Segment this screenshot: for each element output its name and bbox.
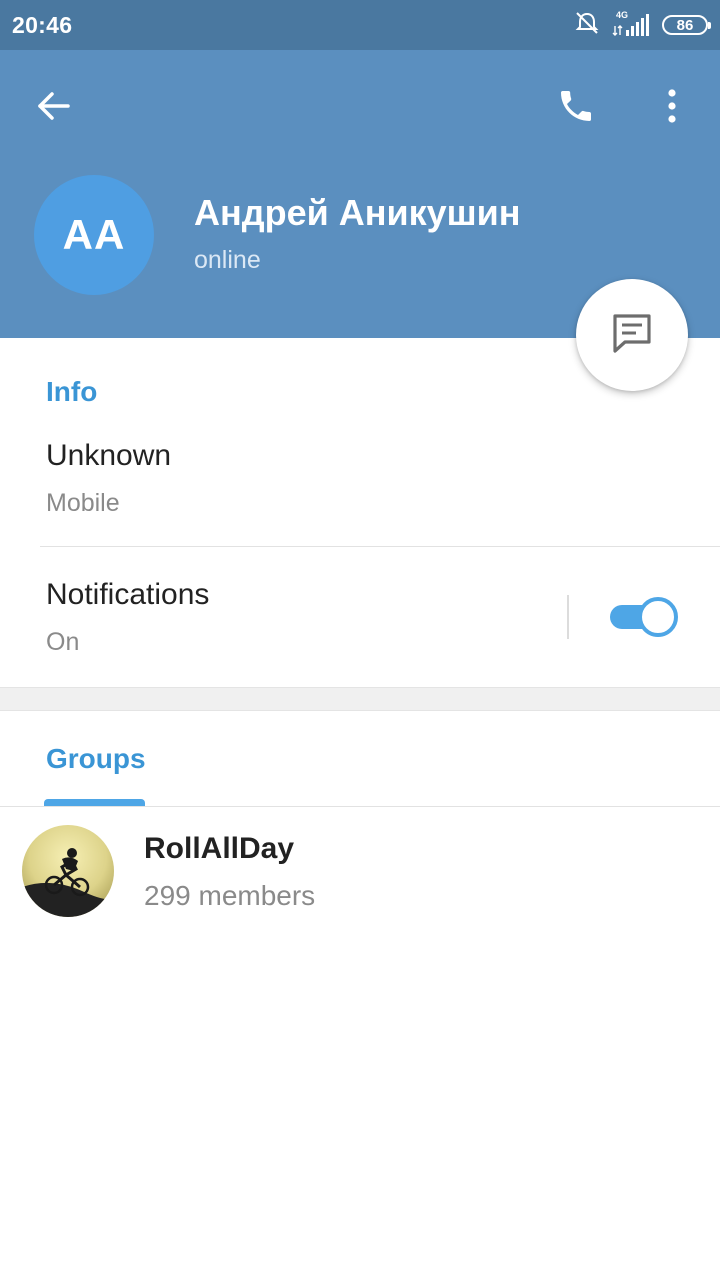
phone-row[interactable]: Unknown Mobile xyxy=(0,425,720,545)
group-name: RollAllDay xyxy=(144,832,295,865)
divider xyxy=(40,546,720,547)
section-separator xyxy=(0,687,720,711)
phone-icon xyxy=(556,86,596,131)
profile-name: Андрей Аникушин xyxy=(194,192,521,233)
send-message-button[interactable] xyxy=(576,279,688,391)
notifications-toggle[interactable] xyxy=(610,597,678,637)
group-members: 299 members xyxy=(144,880,316,911)
battery-icon: 86 xyxy=(662,15,711,35)
notifications-value: On xyxy=(46,628,80,656)
list-item[interactable]: RollAllDay 299 members xyxy=(0,812,720,930)
groups-tab[interactable]: Groups xyxy=(46,743,146,775)
notifications-row[interactable]: Notifications On xyxy=(0,560,560,680)
phone-label: Mobile xyxy=(46,489,120,517)
back-button[interactable] xyxy=(26,80,82,136)
signal-icon: 4G xyxy=(612,10,650,38)
profile-avatar[interactable]: AA xyxy=(34,175,154,295)
status-bar: 20:46 4G 86 xyxy=(0,0,720,50)
tabs-divider xyxy=(0,806,720,807)
back-arrow-icon xyxy=(36,88,72,129)
info-section-title: Info xyxy=(46,376,98,407)
phone-value: Unknown xyxy=(46,439,172,472)
more-vert-icon xyxy=(666,88,678,129)
toggle-thumb xyxy=(638,597,678,637)
profile-status: online xyxy=(194,246,261,274)
group-avatar xyxy=(22,825,114,917)
status-icons: 4G 86 xyxy=(574,10,711,41)
call-button[interactable] xyxy=(548,80,604,136)
status-time: 20:46 xyxy=(12,12,73,38)
vertical-separator xyxy=(567,595,569,639)
more-options-button[interactable] xyxy=(648,80,696,136)
message-icon xyxy=(609,310,655,361)
alarm-off-icon xyxy=(574,10,600,41)
notifications-label: Notifications xyxy=(46,578,210,611)
